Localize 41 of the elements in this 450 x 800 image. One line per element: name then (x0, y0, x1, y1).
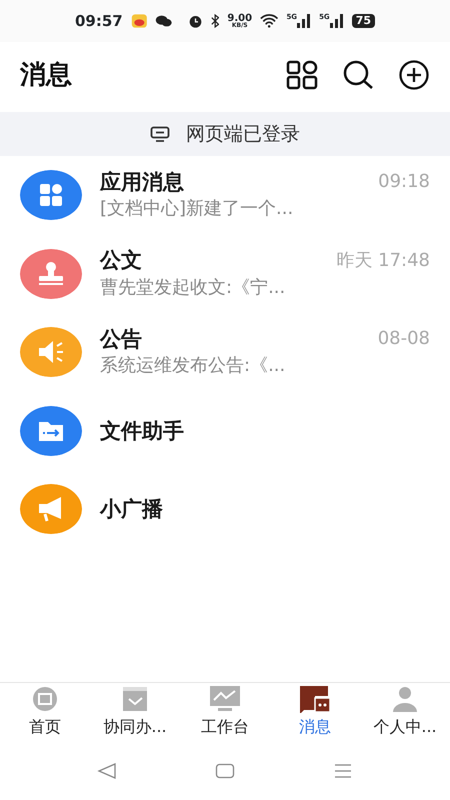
signal-icon (330, 14, 344, 28)
signal-icon (297, 14, 312, 28)
message-preview: [文档中心]新建了一个... (100, 197, 294, 222)
chat-icon (299, 685, 331, 713)
tab-item[interactable]: 协同办... (90, 683, 180, 742)
conversation-item[interactable]: 公文 昨天 17:48 曹先堂发起收文:《宁... (0, 234, 450, 313)
add-icon[interactable] (398, 59, 430, 91)
home-button-icon[interactable] (215, 763, 235, 779)
conversation-item[interactable]: 公告 08-08 系统运维发布公告:《... (0, 313, 450, 392)
tab-item[interactable]: 工作台 (180, 683, 270, 742)
conversation-title: 小广播 (100, 496, 163, 522)
message-time: 08-08 (378, 327, 430, 352)
menu-icon[interactable] (333, 763, 353, 779)
conversation-item[interactable]: 应用消息 09:18 [文档中心]新建了一个... (0, 156, 450, 234)
chat-app-icon (155, 13, 172, 29)
back-icon[interactable] (97, 763, 117, 779)
conversation-title: 公文 (100, 247, 142, 274)
conversation-item[interactable]: 文件助手 (0, 392, 450, 470)
chart-monitor-icon (209, 685, 241, 713)
tab-item[interactable]: 消息 (270, 683, 360, 742)
conversation-item[interactable]: 小广播 (0, 470, 450, 548)
grid-icon[interactable] (286, 59, 318, 91)
login-notice: 网页端已登录 (186, 122, 300, 147)
speed-value: 9.00 (227, 14, 252, 23)
notification-icon (130, 12, 148, 30)
conversation-title: 文件助手 (100, 418, 184, 444)
tab-item[interactable]: 首页 (0, 683, 90, 742)
message-preview: 系统运维发布公告:《... (100, 354, 286, 378)
search-icon[interactable] (342, 59, 374, 91)
message-preview: 曹先堂发起收文:《宁... (100, 276, 286, 300)
tab-item[interactable]: 个人中... (360, 683, 450, 742)
monitor-icon (150, 126, 170, 142)
clock-time: 09:57 (75, 10, 123, 32)
message-time: 昨天 17:48 (336, 248, 430, 273)
page-title: 消息 (20, 58, 73, 92)
conversation-title: 公告 (100, 326, 142, 352)
battery-level: 75 (352, 14, 375, 28)
conversation-title: 应用消息 (100, 168, 184, 195)
message-time: 09:18 (378, 170, 430, 194)
bluetooth-icon (211, 13, 220, 29)
wifi-icon (260, 13, 278, 29)
